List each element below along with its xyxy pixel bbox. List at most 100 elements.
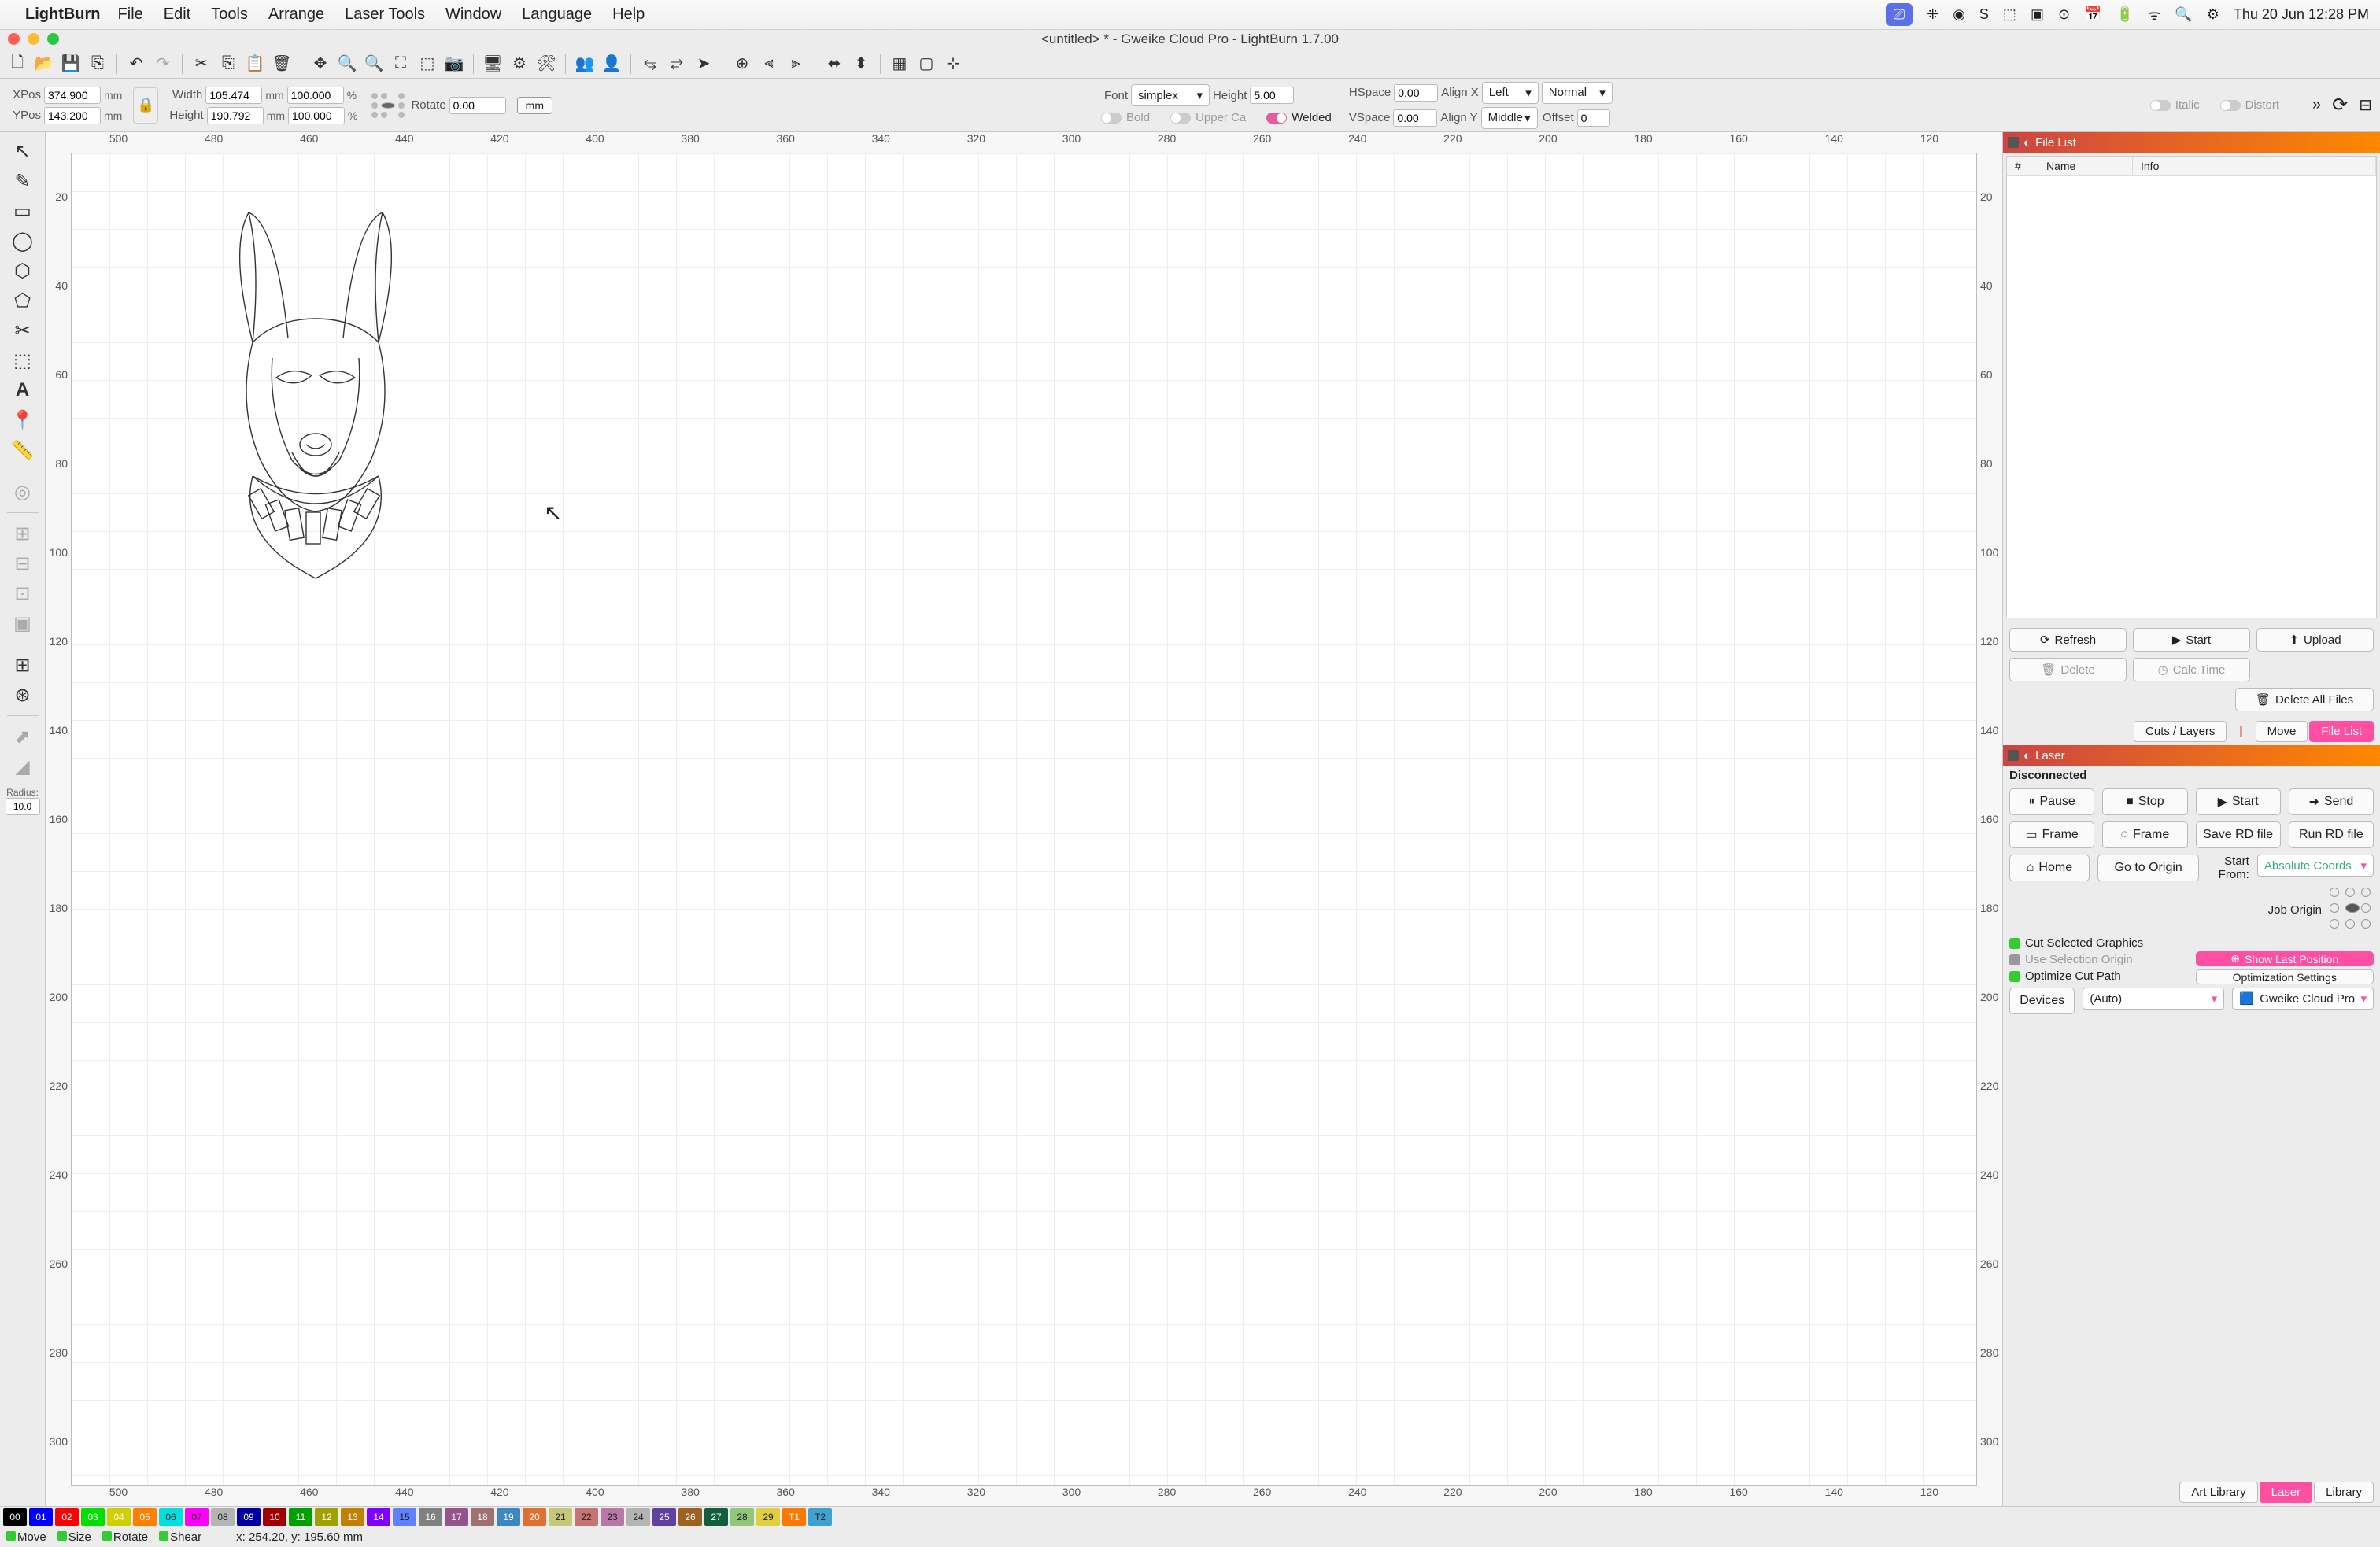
tab-filelist[interactable]: File List	[2309, 721, 2374, 742]
close-icon[interactable]	[2008, 750, 2019, 761]
aligny-select[interactable]: Middle▾	[1481, 107, 1538, 129]
status-move[interactable]: Move	[17, 1530, 46, 1544]
search-icon[interactable]: 🔍	[2175, 6, 2192, 23]
subtract-icon[interactable]: ⊡	[6, 579, 40, 607]
start-button[interactable]: ▶Start	[2133, 628, 2250, 652]
battery-icon[interactable]: 🔋	[2116, 6, 2133, 23]
color-swatch[interactable]: 25	[652, 1508, 676, 1526]
expand-icon[interactable]: »	[2312, 96, 2321, 114]
select-tool-icon[interactable]: ↖	[6, 137, 40, 165]
refresh-icon[interactable]: ⟳	[2332, 94, 2348, 116]
ungroup-icon[interactable]: ▢	[915, 53, 937, 75]
menu-window[interactable]: Window	[445, 6, 501, 24]
color-swatch[interactable]: 27	[704, 1508, 728, 1526]
measure-tool-icon[interactable]: 📏	[6, 436, 40, 464]
xpos-input[interactable]	[44, 87, 101, 104]
show-last-position-button[interactable]: ⊕Show Last Position	[2196, 951, 2374, 966]
upload-button[interactable]: ⬆Upload	[2256, 628, 2374, 652]
color-swatch[interactable]: 08	[211, 1508, 235, 1526]
copy-icon[interactable]: ⎘	[217, 53, 239, 75]
mirror-v-icon[interactable]: ⥂	[666, 53, 688, 75]
delete-all-button[interactable]: 🗑Delete All Files	[2235, 688, 2374, 711]
pan-icon[interactable]: ✥	[309, 53, 331, 75]
distribute-h-icon[interactable]: ⬌	[823, 53, 845, 75]
color-swatch[interactable]: 04	[107, 1508, 131, 1526]
width-input[interactable]	[205, 87, 262, 104]
rectangle-tool-icon[interactable]: ▭	[6, 197, 40, 225]
col-num[interactable]: #	[2007, 157, 2038, 175]
job-origin-grid[interactable]	[2330, 888, 2374, 932]
color-swatch[interactable]: 03	[81, 1508, 105, 1526]
color-swatch[interactable]: 14	[367, 1508, 390, 1526]
group-icon[interactable]: ▦	[889, 53, 911, 75]
tray-icon[interactable]: ▣	[2031, 6, 2044, 23]
save-rd-button[interactable]: Save RD file	[2196, 821, 2281, 848]
status-shear[interactable]: Shear	[170, 1530, 201, 1544]
vspace-input[interactable]	[1393, 109, 1437, 127]
anchor-grid[interactable]	[368, 90, 400, 121]
color-swatch[interactable]: 17	[445, 1508, 468, 1526]
tab-art-library[interactable]: Art Library	[2179, 1482, 2257, 1503]
open-file-icon[interactable]: 📂	[33, 53, 55, 75]
tray-icon[interactable]: ⬚	[2003, 6, 2016, 23]
menu-edit[interactable]: Edit	[164, 6, 190, 24]
color-swatch[interactable]: 00	[3, 1508, 27, 1526]
color-swatch[interactable]: 13	[341, 1508, 364, 1526]
menu-lasertools[interactable]: Laser Tools	[345, 6, 425, 24]
home-button[interactable]: ⌂Home	[2009, 855, 2090, 881]
new-file-icon[interactable]: 🗋	[6, 53, 28, 75]
color-swatch[interactable]: 12	[315, 1508, 338, 1526]
color-swatch[interactable]: 10	[263, 1508, 286, 1526]
col-name[interactable]: Name	[2038, 157, 2133, 175]
color-swatch[interactable]: T2	[808, 1508, 832, 1526]
weld-icon[interactable]: ⊞	[6, 519, 40, 548]
menu-help[interactable]: Help	[612, 6, 645, 24]
path-tool-icon[interactable]: ⬈	[6, 722, 40, 751]
color-swatch[interactable]: 16	[419, 1508, 442, 1526]
frame-rect-button[interactable]: ▭Frame	[2009, 821, 2094, 848]
close-icon[interactable]	[2008, 137, 2019, 148]
color-swatch[interactable]: 29	[756, 1508, 780, 1526]
tab-library[interactable]: Library	[2314, 1482, 2374, 1503]
color-swatch[interactable]: 15	[393, 1508, 416, 1526]
polygon-tool-icon[interactable]: ⬡	[6, 257, 40, 285]
color-swatch[interactable]: 21	[549, 1508, 572, 1526]
screen-record-icon[interactable]: ⎚	[1886, 3, 1913, 26]
close-window-button[interactable]	[8, 33, 20, 45]
ellipse-tool-icon[interactable]: ◯	[6, 227, 40, 255]
import-icon[interactable]: ⎘	[87, 53, 109, 75]
color-swatch[interactable]: 20	[523, 1508, 546, 1526]
tab-cuts-layers[interactable]: Cuts / Layers	[2134, 721, 2227, 742]
tray-icon[interactable]: S	[1979, 6, 1989, 23]
normal-select[interactable]: Normal▾	[1542, 82, 1613, 104]
maximize-window-button[interactable]	[47, 33, 59, 45]
frame-rubber-button[interactable]: ◌Frame	[2102, 821, 2187, 848]
welded-toggle[interactable]	[1266, 113, 1287, 124]
color-swatch[interactable]: 19	[497, 1508, 520, 1526]
color-swatch[interactable]: 26	[678, 1508, 702, 1526]
status-size[interactable]: Size	[68, 1530, 91, 1544]
align-left-icon[interactable]: ⫷	[758, 53, 780, 75]
intersect-icon[interactable]: ▣	[6, 609, 40, 637]
tray-icon[interactable]: ⁜	[1927, 6, 1938, 23]
rotate-input[interactable]	[449, 97, 506, 114]
alignx-select[interactable]: Left▾	[1482, 82, 1539, 104]
menu-file[interactable]: File	[118, 6, 143, 24]
collapse-icon[interactable]: ◐	[2023, 749, 2031, 762]
color-swatch[interactable]: T1	[782, 1508, 806, 1526]
edit-nodes-icon[interactable]: ✂	[6, 316, 40, 345]
cut-selected-check[interactable]: Cut Selected Graphics	[2003, 935, 2380, 951]
delete-button[interactable]: 🗑Delete	[2009, 658, 2127, 681]
use-selection-origin-check[interactable]: Use Selection Origin	[2003, 951, 2182, 968]
collapse-icon[interactable]: ◐	[2023, 136, 2031, 150]
menu-arrange[interactable]: Arrange	[268, 6, 324, 24]
color-swatch[interactable]: 22	[575, 1508, 598, 1526]
delete-icon[interactable]: 🗑	[271, 53, 293, 75]
users-icon[interactable]: 👥	[574, 53, 596, 75]
status-rotate[interactable]: Rotate	[113, 1530, 148, 1544]
wifi-icon[interactable]: ᯤ	[2148, 6, 2160, 24]
color-swatch[interactable]: 23	[601, 1508, 624, 1526]
filelist-table[interactable]: # Name Info	[2006, 156, 2377, 618]
height-input[interactable]	[207, 107, 264, 124]
camera-icon[interactable]: 📷	[443, 53, 465, 75]
